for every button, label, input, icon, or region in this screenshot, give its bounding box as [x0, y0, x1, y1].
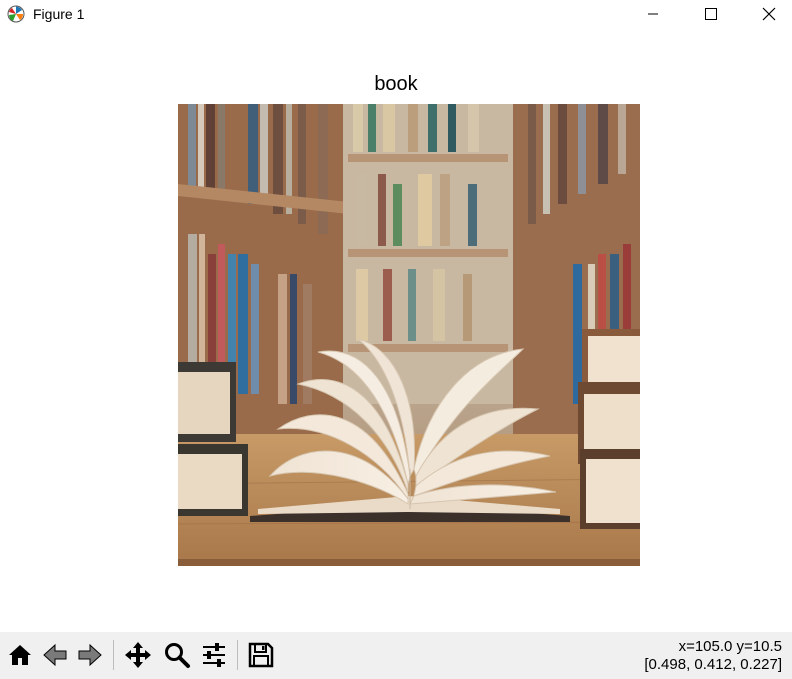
cursor-coordinates: x=105.0 y=10.5 [0.498, 0.412, 0.227] [644, 638, 782, 674]
close-button[interactable] [746, 0, 792, 28]
figure-canvas[interactable]: book [0, 28, 792, 632]
pan-button[interactable] [121, 636, 155, 674]
close-icon [762, 7, 776, 21]
home-icon [9, 645, 31, 665]
configure-subplots-button[interactable] [197, 636, 231, 674]
toolbar-separator [113, 640, 114, 670]
forward-arrow-icon [78, 643, 102, 667]
book-image[interactable] [178, 104, 640, 566]
title-bar: Figure 1 [0, 0, 792, 28]
minimize-icon [648, 13, 658, 15]
window-title: Figure 1 [33, 6, 85, 22]
coords-xy: x=105.0 y=10.5 [678, 638, 782, 655]
zoom-button[interactable] [160, 636, 194, 674]
maximize-button[interactable] [688, 0, 734, 28]
move-icon [125, 642, 151, 668]
floppy-disk-icon [248, 642, 274, 668]
axes-title: book [374, 73, 418, 95]
home-button[interactable] [3, 636, 37, 674]
sliders-icon [203, 643, 225, 667]
forward-button[interactable] [73, 636, 107, 674]
back-button[interactable] [38, 636, 72, 674]
matplotlib-logo-icon [7, 5, 25, 23]
back-arrow-icon [43, 643, 67, 667]
maximize-icon [705, 8, 717, 20]
toolbar-separator [237, 640, 238, 670]
coords-pixel-value: [0.498, 0.412, 0.227] [644, 656, 782, 673]
minimize-button[interactable] [630, 0, 676, 28]
save-button[interactable] [244, 636, 278, 674]
navigation-toolbar: x=105.0 y=10.5 [0.498, 0.412, 0.227] [0, 632, 792, 679]
magnifier-icon [165, 643, 190, 668]
